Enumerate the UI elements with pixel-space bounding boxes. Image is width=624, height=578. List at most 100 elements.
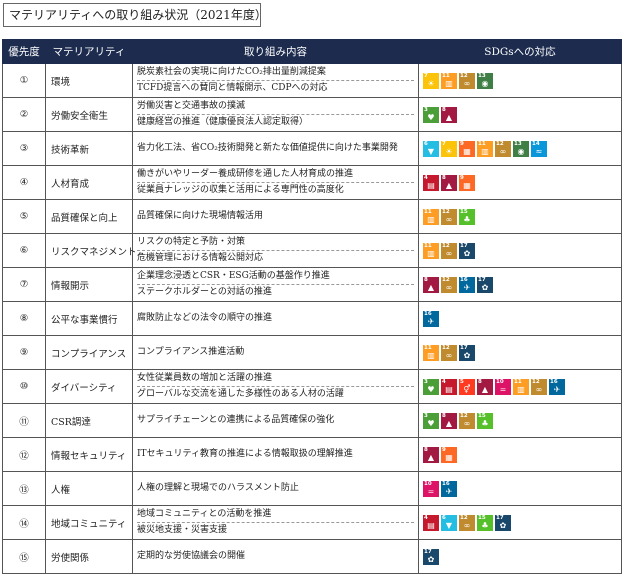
materiality-table: 優先度 マテリアリティ 取り組み内容 SDGsへの対応 ① 環境 脱炭素社会の実現に… bbox=[2, 39, 622, 574]
action-item: 従業員ナレッジの収集と活用による専門性の高度化 bbox=[137, 182, 414, 198]
cubes-icon: ▦ bbox=[463, 146, 471, 156]
action-item: 企業理念浸透とCSR・ESG活動の基盤作り推進 bbox=[137, 271, 330, 281]
sdg-16-dove-icon: 16 ✈ bbox=[549, 378, 565, 395]
sdg-12-infinity-icon: 12 ∞ bbox=[459, 514, 475, 531]
materiality-name: 技術革新 bbox=[45, 131, 133, 166]
heartbeat-icon: ♥ bbox=[427, 418, 435, 428]
sdg-icon-list: 16 ✈ bbox=[423, 310, 617, 327]
actions-cell: 労働災害と交通事故の撲滅 健康経営の推進（健康優良法人認定取得） bbox=[132, 97, 419, 132]
header-actions: 取り組み内容 bbox=[132, 39, 419, 64]
sdg-15-tree-icon: 15 ♣ bbox=[477, 514, 493, 531]
action-item: ステークホルダーとの対話の推進 bbox=[137, 284, 414, 300]
sdg-6-water-drop-icon: 6 ▼ bbox=[423, 140, 439, 157]
actions-cell: 地域コミュニティとの活動を推進 被災地支援・災害支援 bbox=[132, 505, 419, 540]
sdgs-cell: 6 ▼ 7 ☀ 9 ▦ 11 ▥ 12 ∞ 13 ◉ 14 ≈ bbox=[418, 131, 622, 166]
sdg-7-sun-icon: 7 ☀ bbox=[441, 140, 457, 157]
sdg-5-gender-icon: 5 ⚥ bbox=[459, 378, 475, 395]
dove-icon: ✈ bbox=[427, 316, 435, 326]
sdg-icon-list: 8 ▲ 12 ∞ 16 ✈ 17 ✿ bbox=[423, 276, 617, 293]
sdg-icon-list: 3 ♥ 8 ▲ 12 ∞ 15 ♣ bbox=[423, 412, 617, 429]
table-row: ⑫ 情報セキュリティ ITセキュリティ教育の推進による情報取扱の理解推進 8 ▲ 9 ▦ bbox=[2, 437, 622, 472]
cubes-icon: ▦ bbox=[445, 452, 453, 462]
materiality-name: 公平な事業慣行 bbox=[45, 301, 133, 336]
table-row: ⑪ CSR調達 サプライチェーンとの連携による品質確保の強化 3 ♥ 8 ▲ 12 ∞ 15 ♣ bbox=[2, 403, 622, 438]
actions-cell: 女性従業員数の増加と活躍の推進 グローバルな交流を通した多様性のある人材の活躍 bbox=[132, 369, 419, 404]
sdg-4-book-icon: 4 ▤ bbox=[423, 514, 439, 531]
action-item: 女性従業員数の増加と活躍の推進 bbox=[137, 373, 273, 383]
table-header-row: 優先度 マテリアリティ 取り組み内容 SDGsへの対応 bbox=[2, 39, 622, 64]
sdg-icon-list: 4 ▤ 6 ▼ 12 ∞ 15 ♣ 17 ✿ bbox=[423, 514, 617, 531]
sdg-13-eye-globe-icon: 13 ◉ bbox=[513, 140, 529, 157]
eye-globe-icon: ◉ bbox=[517, 146, 525, 156]
action-item: 危機管理における情報公開対応 bbox=[137, 250, 414, 266]
city-icon: ▥ bbox=[427, 350, 435, 360]
action-item: 働きがいやリーダー養成研修を通した人材育成の推進 bbox=[137, 169, 354, 179]
sdg-8-growth-chart-icon: 8 ▲ bbox=[423, 276, 439, 293]
actions-cell: 企業理念浸透とCSR・ESG活動の基盤作り推進ステークホルダーとの対話の推進 bbox=[132, 267, 419, 302]
sdg-8-growth-chart-icon: 8 ▲ bbox=[477, 378, 493, 395]
sdg-7-sun-icon: 7 ☀ bbox=[423, 72, 439, 89]
dove-icon: ✈ bbox=[463, 282, 471, 292]
header-sdgs: SDGsへの対応 bbox=[418, 39, 622, 64]
eye-globe-icon: ◉ bbox=[481, 78, 489, 88]
sdg-11-city-icon: 11 ▥ bbox=[423, 242, 439, 259]
book-icon: ▤ bbox=[445, 384, 453, 394]
gender-icon: ⚥ bbox=[463, 384, 471, 394]
city-icon: ▥ bbox=[427, 214, 435, 224]
actions-cell: リスクの特定と予防・対策危機管理における情報公開対応 bbox=[132, 233, 419, 268]
action-item: 腐敗防止などの法令の順守の推進 bbox=[137, 313, 273, 323]
sdg-icon-list: 3 ♥ 4 ▤ 5 ⚥ 8 ▲ 10 = 11 ▥ 12 ∞ 16 ✈ bbox=[423, 378, 617, 395]
sdgs-cell: 16 ✈ bbox=[418, 301, 622, 336]
growth-chart-icon: ▲ bbox=[445, 112, 453, 122]
infinity-icon: ∞ bbox=[499, 146, 507, 156]
flower-ring-icon: ✿ bbox=[481, 282, 489, 292]
sdgs-cell: 11 ▥ 12 ∞ 15 ♣ bbox=[418, 199, 622, 234]
action-item: リスクの特定と予防・対策 bbox=[137, 237, 246, 247]
header-materiality: マテリアリティ bbox=[45, 39, 133, 64]
action-item: 労働災害と交通事故の撲滅 bbox=[137, 101, 246, 111]
materiality-name: 品質確保と向上 bbox=[45, 199, 133, 234]
sdg-8-growth-chart-icon: 8 ▲ bbox=[441, 106, 457, 123]
action-item: 人権の理解と現場でのハラスメント防止 bbox=[137, 483, 299, 493]
city-icon: ▥ bbox=[517, 384, 525, 394]
priority-number: ⑮ bbox=[2, 539, 46, 574]
sdgs-cell: 3 ♥ 8 ▲ bbox=[418, 97, 622, 132]
materiality-name: 人権 bbox=[45, 471, 133, 506]
sdg-17-flower-ring-icon: 17 ✿ bbox=[477, 276, 493, 293]
sdg-icon-list: 3 ♥ 8 ▲ bbox=[423, 106, 617, 123]
priority-number: ⑪ bbox=[2, 403, 46, 438]
heartbeat-icon: ♥ bbox=[427, 384, 435, 394]
sdg-11-city-icon: 11 ▥ bbox=[513, 378, 529, 395]
water-drop-icon: ▼ bbox=[445, 520, 453, 530]
city-icon: ▥ bbox=[481, 146, 489, 156]
sdgs-cell: 11 ▥ 12 ∞ 17 ✿ bbox=[418, 335, 622, 370]
materiality-name: コンプライアンス bbox=[45, 335, 133, 370]
sdg-8-growth-chart-icon: 8 ▲ bbox=[441, 174, 457, 191]
table-row: ⑭ 地域コミュニティ 地域コミュニティとの活動を推進 被災地支援・災害支援 4 ▤ 6 ▼ 12… bbox=[2, 505, 622, 540]
priority-number: ⑨ bbox=[2, 335, 46, 370]
table-row: ⑮ 労使関係 定期的な労使協議会の開催 17 ✿ bbox=[2, 539, 622, 574]
priority-number: ④ bbox=[2, 165, 46, 200]
sdg-10-equality-icon: 10 = bbox=[423, 480, 439, 497]
sdgs-cell: 10 = 16 ✈ bbox=[418, 471, 622, 506]
actions-cell: 脱炭素社会の実現に向けたCO₂排出量削減提案 TCFD提言への賛同と情報開示、CD… bbox=[132, 63, 419, 98]
tree-icon: ♣ bbox=[481, 418, 489, 428]
action-item: 省力化工法、省CO₂技術開発と新たな価値提供に向けた事業開発 bbox=[137, 143, 398, 153]
tree-icon: ♣ bbox=[463, 214, 471, 224]
sdg-12-infinity-icon: 12 ∞ bbox=[459, 412, 475, 429]
growth-chart-icon: ▲ bbox=[445, 180, 453, 190]
table-row: ④ 人材育成 働きがいやリーダー養成研修を通した人材育成の推進 従業員ナレッジの収集と… bbox=[2, 165, 622, 200]
actions-cell: 品質確保に向けた現場情報活用 bbox=[132, 199, 419, 234]
sdg-9-cubes-icon: 9 ▦ bbox=[459, 140, 475, 157]
growth-chart-icon: ▲ bbox=[427, 452, 435, 462]
city-icon: ▥ bbox=[445, 78, 453, 88]
priority-number: ⑥ bbox=[2, 233, 46, 268]
materiality-name: CSR調達 bbox=[45, 403, 133, 438]
sdg-icon-list: 11 ▥ 12 ∞ 15 ♣ bbox=[423, 208, 617, 225]
dove-icon: ✈ bbox=[445, 486, 453, 496]
sdg-9-cubes-icon: 9 ▦ bbox=[459, 174, 475, 191]
table-row: ⑧ 公平な事業慣行 腐敗防止などの法令の順守の推進 16 ✈ bbox=[2, 301, 622, 336]
infinity-icon: ∞ bbox=[445, 214, 453, 224]
priority-number: ⑦ bbox=[2, 267, 46, 302]
sdg-14-fish-icon: 14 ≈ bbox=[531, 140, 547, 157]
